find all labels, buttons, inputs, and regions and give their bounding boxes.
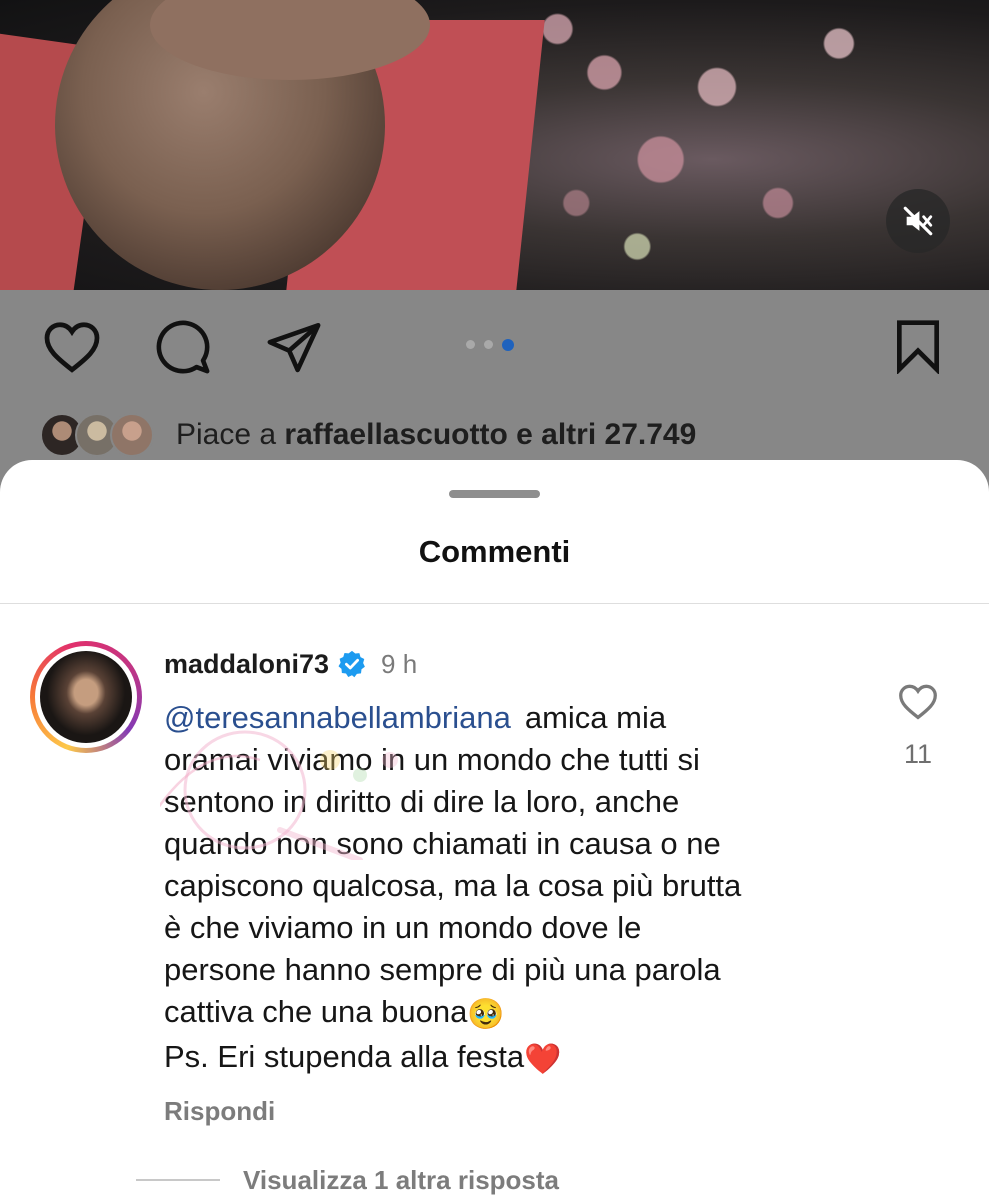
comment-time: 9 h [381,648,418,679]
comment-line-text: Ps. Eri stupenda alla festa [164,1039,525,1074]
drag-handle[interactable] [449,490,540,498]
comment-line: cattiva che una buona🥹 [164,991,854,1036]
avatar [110,413,154,457]
liker-avatars [40,413,154,457]
carousel-dot [466,340,475,349]
carousel-indicator [466,339,514,351]
comment-line: oramai viviamo in un mondo che tutti si [164,742,700,777]
comment-line: sentono in diritto di dire la loro, anch… [164,784,680,819]
avatar-photo [40,651,132,743]
comments-sheet: Commenti maddaloni73 9 h @teresannabella… [0,460,989,1200]
comment-header: maddaloni73 9 h [164,647,417,681]
carousel-dot-active [502,339,514,351]
comment-like[interactable]: 11 [895,682,941,770]
verified-badge-icon [338,650,365,678]
reply-button[interactable]: Rispondi [164,1096,275,1127]
pleading-face-emoji: 🥹 [467,997,505,1032]
comment-username[interactable]: maddaloni73 [164,649,329,680]
comment-line: persone hanno sempre di più una parola [164,952,721,987]
likes-text: Piace a raffaellascuotto e altri 27.749 [176,418,696,452]
comment-line: quando non sono chiamati in causa o ne [164,826,721,861]
comment-line-text: amica mia [524,700,667,735]
bookmark-icon[interactable] [893,318,943,374]
speaker-muted-icon [903,206,933,236]
sheet-title: Commenti [418,534,571,569]
divider [0,603,989,604]
post-media[interactable] [0,0,989,290]
comment-line: è che viviamo in un mondo dove le [164,910,642,945]
likes-summary[interactable]: Piace a raffaellascuotto e altri 27.749 [40,410,696,460]
avatar-ring [35,646,137,748]
mute-button[interactable] [886,189,950,253]
comment-text: @teresannabellambriana amica mia oramai v… [164,697,854,1081]
comment-line: capiscono qualcosa, ma la cosa più brutt… [164,868,742,903]
likes-count[interactable]: e altri 27.749 [508,418,696,451]
commenter-avatar[interactable] [30,641,142,753]
likes-prefix: Piace a [176,418,285,451]
comment-bubble-icon[interactable] [153,318,213,376]
heart-icon[interactable] [42,318,102,374]
heart-icon[interactable] [897,682,939,720]
replies-divider [136,1179,220,1181]
likes-user-link[interactable]: raffaellascuotto [284,418,507,451]
red-heart-emoji: ❤️ [524,1042,562,1077]
mention-link[interactable]: @teresannabellambriana [164,700,511,735]
send-icon[interactable] [265,318,323,376]
view-more-replies-button[interactable]: Visualizza 1 altra risposta [243,1165,559,1196]
comment-like-count: 11 [903,739,933,769]
comment-line: Ps. Eri stupenda alla festa❤️ [164,1036,854,1081]
comment-line-text: cattiva che una buona [164,994,468,1029]
comment-line: @teresannabellambriana amica mia [164,697,854,739]
carousel-dot [484,340,493,349]
